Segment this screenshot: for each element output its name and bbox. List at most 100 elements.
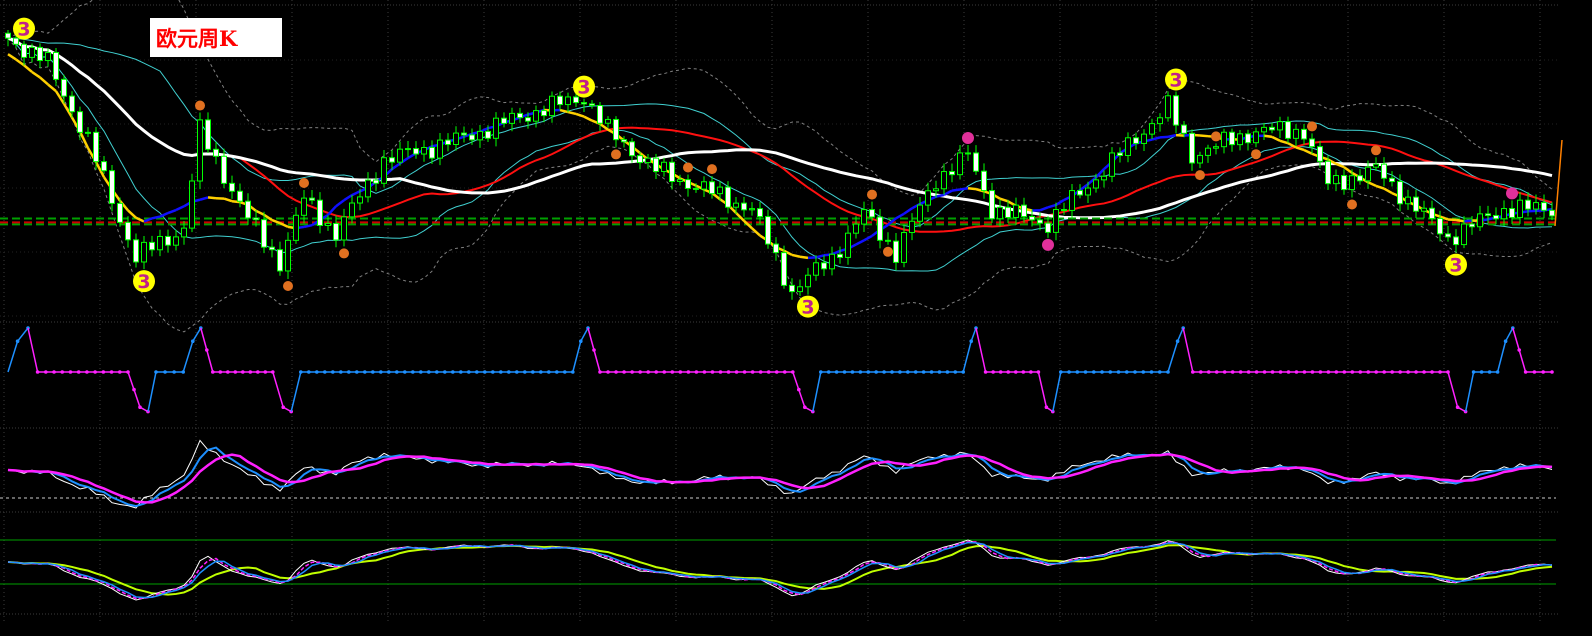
trend-line-segment (1199, 134, 1209, 138)
price-chart: 3 3 3 3 3 3 (0, 0, 1563, 624)
step-oscillator-dot (263, 370, 268, 374)
step-oscillator-dot (355, 370, 359, 374)
step-oscillator-segment (1167, 340, 1179, 373)
candle-body (1229, 131, 1235, 146)
step-oscillator-dot (44, 370, 48, 374)
step-oscillator-dot (1550, 370, 1554, 374)
step-oscillator-dot (1100, 370, 1104, 374)
candle-body (981, 170, 987, 192)
step-oscillator-dot (1075, 370, 1080, 374)
chart-title: 欧元周K (156, 26, 238, 51)
step-oscillator-dot (531, 370, 535, 374)
candle-body (1509, 208, 1515, 218)
candle-body (701, 181, 707, 190)
candle-body (1237, 133, 1243, 146)
step-oscillator-segment (975, 327, 987, 373)
candle-body (101, 161, 107, 172)
candle-body (1109, 152, 1115, 177)
step-oscillator-dot (347, 370, 351, 374)
candle-body (213, 148, 219, 157)
candle-body (421, 146, 427, 155)
step-oscillator-dot (694, 370, 699, 374)
candle-body (517, 112, 523, 119)
step-oscillator-dot (1487, 370, 1492, 374)
step-oscillator-dot (662, 370, 667, 374)
step-oscillator-dot (874, 370, 878, 374)
candle-body (69, 95, 75, 113)
candle-body (1541, 202, 1547, 211)
wave-3-label: 3 (801, 297, 814, 319)
candle-body (333, 222, 339, 241)
trend-line-segment (599, 122, 609, 131)
step-oscillator-dot (1334, 370, 1339, 374)
step-oscillator-dot (1310, 370, 1315, 374)
trend-line-segment (1263, 134, 1273, 139)
candle-body (1213, 146, 1219, 149)
candle-body (461, 132, 467, 136)
candle-body (741, 202, 747, 211)
step-oscillator-segment (290, 371, 302, 412)
step-oscillator-dot (1246, 370, 1251, 374)
candle-body (373, 179, 379, 184)
step-oscillator-dot (499, 370, 503, 374)
step-oscillator-dot (937, 370, 942, 374)
step-oscillator-dot (678, 370, 683, 374)
candle-body (677, 179, 683, 183)
candle-body (1309, 138, 1315, 148)
candle-body (1045, 222, 1051, 233)
step-oscillator-dot (702, 370, 707, 374)
minor-wave-marker (883, 246, 893, 257)
candle-body (1165, 95, 1171, 119)
candle-body (861, 209, 867, 225)
candle-body (773, 243, 779, 254)
trend-line-segment (223, 197, 233, 203)
candle-body (869, 209, 875, 218)
candle-body (837, 253, 843, 258)
candle-body (301, 197, 307, 216)
candle-body (1381, 163, 1387, 179)
trend-line-segment (1455, 218, 1465, 223)
candle-body (349, 202, 355, 218)
candle-body (37, 46, 43, 62)
candle-body (661, 161, 667, 172)
candle-body (1181, 124, 1187, 134)
step-oscillator-dot (379, 370, 383, 374)
candle-body (437, 139, 443, 159)
candle-body (749, 208, 755, 211)
minor-wave-marker (1347, 199, 1357, 210)
step-oscillator-dot (614, 370, 618, 374)
step-oscillator-segment (970, 327, 977, 342)
step-oscillator-dot (507, 370, 511, 374)
candle-body (317, 199, 323, 226)
candle-body (949, 171, 955, 176)
candle-body (205, 119, 211, 150)
candle-body (973, 152, 979, 172)
candle-body (1205, 147, 1211, 156)
candle-body (1221, 131, 1227, 148)
candle-body (189, 180, 195, 229)
step-oscillator-dot (248, 370, 253, 374)
trend-line-segment (1383, 187, 1393, 195)
step-oscillator-dot (163, 370, 167, 374)
candle-body (533, 110, 539, 122)
trend-line-segment (335, 199, 345, 208)
candle-body (613, 118, 619, 141)
candle-body (357, 196, 363, 204)
step-oscillator-dot (1067, 370, 1071, 374)
candle-body (501, 117, 507, 124)
candle-body (1085, 187, 1091, 196)
step-oscillator-dot (782, 370, 787, 374)
step-oscillator-dot (592, 348, 596, 352)
step-oscillator-dot (1021, 370, 1026, 374)
candle-body (117, 202, 123, 223)
candle-body (1061, 208, 1067, 211)
step-oscillator-segment (1037, 371, 1048, 408)
step-oscillator-dot (758, 370, 763, 374)
step-oscillator-dot (1206, 370, 1211, 374)
candle-body (485, 130, 491, 139)
step-oscillator-dot (68, 370, 73, 374)
candle-body (109, 170, 115, 204)
candle-body (1429, 207, 1435, 220)
candle-body (1269, 126, 1275, 131)
candle-body (717, 186, 723, 195)
